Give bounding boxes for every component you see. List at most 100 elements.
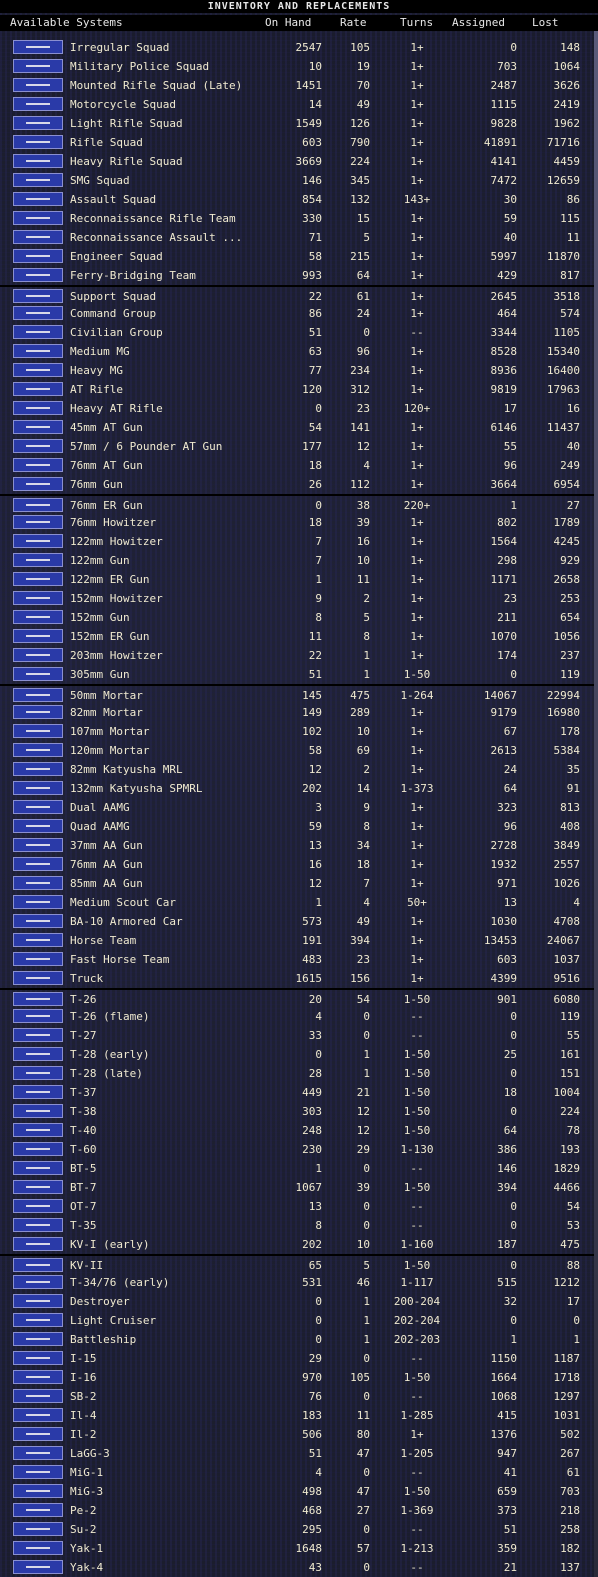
unit-icon[interactable] — [13, 498, 63, 512]
unit-icon[interactable] — [13, 1503, 63, 1517]
unit-icon[interactable] — [13, 59, 63, 73]
unit-icon[interactable] — [13, 97, 63, 111]
table-row[interactable]: 107mm Mortar 102 10 1+ 67 178 — [0, 722, 598, 741]
unit-icon[interactable] — [13, 992, 63, 1006]
table-row[interactable]: 203mm Howitzer 22 1 1+ 174 237 — [0, 646, 598, 665]
unit-icon[interactable] — [13, 1313, 63, 1327]
table-row[interactable]: Il-4 183 11 1-285 415 1031 — [0, 1406, 598, 1425]
table-row[interactable]: 76mm Howitzer 18 39 1+ 802 1789 — [0, 513, 598, 532]
table-row[interactable]: Dual AAMG 3 9 1+ 323 813 — [0, 798, 598, 817]
unit-icon[interactable] — [13, 249, 63, 263]
table-row[interactable]: T-60 230 29 1-130 386 193 — [0, 1140, 598, 1159]
table-row[interactable]: T-26 20 54 1-50 901 6080 — [0, 988, 598, 1007]
table-row[interactable]: Su-2 295 0 -- 51 258 — [0, 1520, 598, 1539]
unit-icon[interactable] — [13, 971, 63, 985]
unit-icon[interactable] — [13, 1028, 63, 1042]
table-row[interactable]: T-35 8 0 -- 0 53 — [0, 1216, 598, 1235]
unit-icon[interactable] — [13, 173, 63, 187]
unit-icon[interactable] — [13, 534, 63, 548]
table-row[interactable]: BT-7 1067 39 1-50 394 4466 — [0, 1178, 598, 1197]
table-row[interactable]: I-16 970 105 1-50 1664 1718 — [0, 1368, 598, 1387]
unit-icon[interactable] — [13, 344, 63, 358]
table-row[interactable]: SB-2 76 0 -- 1068 1297 — [0, 1387, 598, 1406]
table-row[interactable]: Pe-2 468 27 1-369 373 218 — [0, 1501, 598, 1520]
unit-icon[interactable] — [13, 154, 63, 168]
unit-icon[interactable] — [13, 268, 63, 282]
unit-icon[interactable] — [13, 1465, 63, 1479]
unit-icon[interactable] — [13, 629, 63, 643]
unit-icon[interactable] — [13, 724, 63, 738]
table-row[interactable]: T-37 449 21 1-50 18 1004 — [0, 1083, 598, 1102]
table-row[interactable]: 37mm AA Gun 13 34 1+ 2728 3849 — [0, 836, 598, 855]
table-row[interactable]: 152mm ER Gun 11 8 1+ 1070 1056 — [0, 627, 598, 646]
table-row[interactable]: Battleship 0 1 202-203 1 1 — [0, 1330, 598, 1349]
table-row[interactable]: 57mm / 6 Pounder AT Gun 177 12 1+ 55 40 — [0, 437, 598, 456]
unit-icon[interactable] — [13, 857, 63, 871]
unit-icon[interactable] — [13, 648, 63, 662]
table-row[interactable]: 76mm ER Gun 0 38 220+ 1 27 — [0, 494, 598, 513]
unit-icon[interactable] — [13, 895, 63, 909]
table-row[interactable]: T-34/76 (early) 531 46 1-117 515 1212 — [0, 1273, 598, 1292]
table-row[interactable]: I-15 29 0 -- 1150 1187 — [0, 1349, 598, 1368]
unit-icon[interactable] — [13, 1180, 63, 1194]
unit-icon[interactable] — [13, 1009, 63, 1023]
unit-icon[interactable] — [13, 1142, 63, 1156]
unit-icon[interactable] — [13, 572, 63, 586]
table-row[interactable]: 82mm Katyusha MRL 12 2 1+ 24 35 — [0, 760, 598, 779]
table-row[interactable]: 76mm AA Gun 16 18 1+ 1932 2557 — [0, 855, 598, 874]
unit-icon[interactable] — [13, 705, 63, 719]
unit-icon[interactable] — [13, 800, 63, 814]
unit-icon[interactable] — [13, 1123, 63, 1137]
unit-icon[interactable] — [13, 1332, 63, 1346]
table-row[interactable]: Reconnaissance Rifle Team 330 15 1+ 59 115 — [0, 209, 598, 228]
unit-icon[interactable] — [13, 192, 63, 206]
table-row[interactable]: 85mm AA Gun 12 7 1+ 971 1026 — [0, 874, 598, 893]
unit-icon[interactable] — [13, 688, 63, 702]
table-row[interactable]: T-40 248 12 1-50 64 78 — [0, 1121, 598, 1140]
unit-icon[interactable] — [13, 40, 63, 54]
table-row[interactable]: Heavy Rifle Squad 3669 224 1+ 4141 4459 — [0, 152, 598, 171]
unit-icon[interactable] — [13, 1294, 63, 1308]
table-row[interactable]: Support Squad 22 61 1+ 2645 3518 — [0, 285, 598, 304]
unit-icon[interactable] — [13, 1560, 63, 1574]
table-row[interactable]: Rifle Squad 603 790 1+ 41891 71716 — [0, 133, 598, 152]
table-row[interactable]: 120mm Mortar 58 69 1+ 2613 5384 — [0, 741, 598, 760]
unit-icon[interactable] — [13, 1389, 63, 1403]
unit-icon[interactable] — [13, 914, 63, 928]
unit-icon[interactable] — [13, 1408, 63, 1422]
table-row[interactable]: MiG-3 498 47 1-50 659 703 — [0, 1482, 598, 1501]
table-row[interactable]: Yak-4 43 0 -- 21 137 — [0, 1558, 598, 1577]
table-row[interactable]: Medium MG 63 96 1+ 8528 15340 — [0, 342, 598, 361]
table-row[interactable]: BA-10 Armored Car 573 49 1+ 1030 4708 — [0, 912, 598, 931]
unit-icon[interactable] — [13, 1085, 63, 1099]
unit-icon[interactable] — [13, 838, 63, 852]
unit-icon[interactable] — [13, 439, 63, 453]
table-row[interactable]: Truck 1615 156 1+ 4399 9516 — [0, 969, 598, 988]
unit-icon[interactable] — [13, 477, 63, 491]
unit-icon[interactable] — [13, 876, 63, 890]
unit-icon[interactable] — [13, 116, 63, 130]
header-turns[interactable]: Turns — [400, 15, 433, 31]
table-row[interactable]: BT-5 1 0 -- 146 1829 — [0, 1159, 598, 1178]
table-row[interactable]: Light Rifle Squad 1549 126 1+ 9828 1962 — [0, 114, 598, 133]
unit-icon[interactable] — [13, 819, 63, 833]
unit-icon[interactable] — [13, 1066, 63, 1080]
unit-icon[interactable] — [13, 135, 63, 149]
unit-icon[interactable] — [13, 1427, 63, 1441]
unit-icon[interactable] — [13, 667, 63, 681]
unit-icon[interactable] — [13, 458, 63, 472]
table-row[interactable]: 305mm Gun 51 1 1-50 0 119 — [0, 665, 598, 684]
unit-icon[interactable] — [13, 1522, 63, 1536]
unit-icon[interactable] — [13, 325, 63, 339]
unit-icon[interactable] — [13, 363, 63, 377]
table-row[interactable]: Ferry-Bridging Team 993 64 1+ 429 817 — [0, 266, 598, 285]
unit-icon[interactable] — [13, 382, 63, 396]
table-row[interactable]: KV-I (early) 202 10 1-160 187 475 — [0, 1235, 598, 1254]
unit-icon[interactable] — [13, 762, 63, 776]
table-row[interactable]: Quad AAMG 59 8 1+ 96 408 — [0, 817, 598, 836]
table-row[interactable]: Horse Team 191 394 1+ 13453 24067 — [0, 931, 598, 950]
table-row[interactable]: 122mm ER Gun 1 11 1+ 1171 2658 — [0, 570, 598, 589]
unit-icon[interactable] — [13, 211, 63, 225]
header-assigned[interactable]: Assigned — [452, 15, 505, 31]
unit-icon[interactable] — [13, 591, 63, 605]
